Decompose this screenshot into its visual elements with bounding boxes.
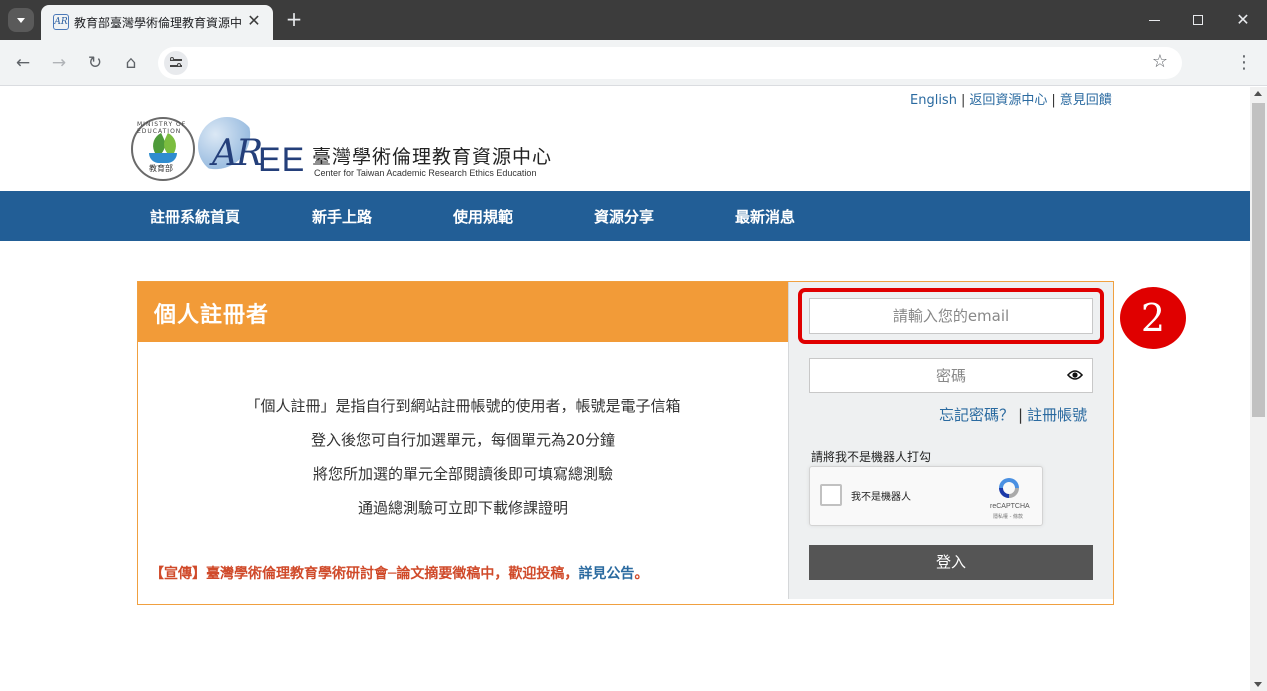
site-logo-subtitle: Center for Taiwan Academic Research Ethi… <box>314 168 537 178</box>
recaptcha-icon <box>999 478 1019 498</box>
link-feedback[interactable]: 意見回饋 <box>1060 93 1112 108</box>
page-scrollbar[interactable] <box>1250 87 1267 691</box>
recaptcha-checkbox[interactable] <box>820 484 842 506</box>
recaptcha-terms-link[interactable]: 隱私權 - 條款 <box>993 513 1023 520</box>
nav-item-news[interactable]: 最新消息 <box>735 206 795 227</box>
nav-item-resources[interactable]: 資源分享 <box>594 206 654 227</box>
site-favicon-icon: AR <box>53 14 69 30</box>
promo-end: 。 <box>634 566 649 582</box>
link-back-to-resource-center[interactable]: 返回資源中心 <box>969 93 1047 108</box>
browser-tab[interactable]: AR 教育部臺灣學術倫理教育資源中 ✕ <box>41 5 273 40</box>
promo-notice: 【宣傳】臺灣學術倫理教育學術研討會─論文摘要徵稿中，歡迎投稿，詳見公告。 <box>150 563 648 583</box>
minimize-icon[interactable] <box>1142 8 1166 32</box>
scroll-up-arrow-icon[interactable] <box>1254 91 1262 96</box>
login-button[interactable]: 登入 <box>809 545 1093 580</box>
web-page: English | 返回資源中心 | 意見回饋 MINISTRY OF EDUCATIO… <box>0 87 1250 691</box>
card-title: 個人註冊者 <box>154 303 270 328</box>
card-header: 個人註冊者 <box>138 282 788 342</box>
promo-text: 【宣傳】臺灣學術倫理教育學術研討會─論文摘要徵稿中，歡迎投稿， <box>150 566 579 582</box>
email-input[interactable] <box>809 298 1093 334</box>
intro-line: 登入後您可自行加選單元，每個單元為20分鐘 <box>310 431 616 449</box>
browser-toolbar: ← → ↻ ⌂ ☆ ⋮ <box>0 40 1267 86</box>
moe-logo: MINISTRY OF EDUCATION 教育部 <box>131 117 195 181</box>
moe-logo-text: 教育部 <box>149 164 173 173</box>
intro-line: 將您所加選的單元全部閱讀後即可填寫總測驗 <box>312 465 613 483</box>
intro-line: 通過總測驗可立即下載修課證明 <box>357 499 568 517</box>
login-card: 個人註冊者 「個人註冊」是指自行到網站註冊帳號的使用者，帳號是電子信箱 登入後您… <box>137 281 1114 605</box>
captcha-instruction: 請將我不是機器人打勾 <box>811 450 932 464</box>
main-nav: 註冊系統首頁 新手上路 使用規範 資源分享 最新消息 <box>0 191 1250 241</box>
intro-line: 「個人註冊」是指自行到網站註冊帳號的使用者，帳號是電子信箱 <box>245 397 681 415</box>
scroll-down-arrow-icon[interactable] <box>1254 682 1262 687</box>
back-arrow-icon[interactable]: ← <box>11 51 35 75</box>
password-input[interactable] <box>809 358 1093 393</box>
register-link[interactable]: 註冊帳號 <box>1027 406 1087 424</box>
aree-logo-mark: AR <box>212 133 263 174</box>
link-english[interactable]: English <box>910 93 957 108</box>
tab-title: 教育部臺灣學術倫理教育資源中 <box>74 16 243 30</box>
reload-icon[interactable]: ↻ <box>83 51 107 75</box>
eye-icon[interactable] <box>1067 368 1083 382</box>
plus-icon[interactable]: + <box>283 8 305 30</box>
forward-arrow-icon[interactable]: → <box>47 51 71 75</box>
account-links: 忘記密碼？ | 註冊帳號 <box>939 406 1088 424</box>
bookmark-star-icon[interactable]: ☆ <box>1152 51 1168 72</box>
header-links: English | 返回資源中心 | 意見回饋 <box>910 93 1112 108</box>
recaptcha-label: 我不是機器人 <box>851 492 911 503</box>
recaptcha-widget: 我不是機器人 reCAPTCHA 隱私權 - 條款 <box>809 466 1043 526</box>
promo-announcement-link[interactable]: 詳見公告 <box>578 566 634 582</box>
tab-search-button[interactable] <box>8 8 34 32</box>
site-settings-icon[interactable] <box>164 51 188 75</box>
address-bar[interactable]: ☆ <box>158 47 1182 79</box>
scroll-thumb[interactable] <box>1252 103 1265 417</box>
chevron-down-icon <box>17 17 25 23</box>
recaptcha-brand: reCAPTCHA <box>990 503 1030 510</box>
maximize-icon[interactable] <box>1186 8 1210 32</box>
site-logo-title[interactable]: 臺灣學術倫理教育資源中心 <box>312 142 552 169</box>
more-menu-icon[interactable]: ⋮ <box>1232 51 1256 75</box>
nav-item-getting-started[interactable]: 新手上路 <box>312 206 372 227</box>
window-close-icon[interactable]: ✕ <box>1231 8 1255 32</box>
login-panel: 忘記密碼？|註冊帳號 請將我不是機器人打勾 我不是機器人 reCAPTCHA 隱… <box>788 282 1113 599</box>
step-number-badge: 2 <box>1120 287 1186 349</box>
home-icon[interactable]: ⌂ <box>119 51 143 75</box>
browser-tab-bar: AR 教育部臺灣學術倫理教育資源中 ✕ + ✕ <box>0 0 1267 40</box>
aree-logo-letters: EE <box>258 141 306 179</box>
nav-item-home[interactable]: 註冊系統首頁 <box>150 206 240 227</box>
close-icon[interactable]: ✕ <box>245 12 263 30</box>
nav-item-rules[interactable]: 使用規範 <box>453 206 513 227</box>
forgot-password-link[interactable]: 忘記密碼？ <box>939 406 1014 424</box>
